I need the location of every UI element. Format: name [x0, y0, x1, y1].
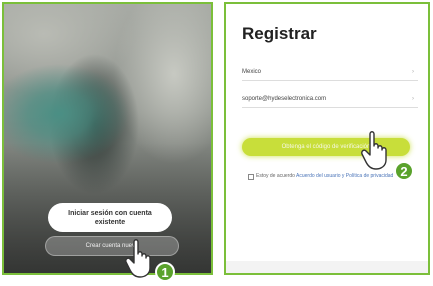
- page-title: Registrar: [242, 24, 317, 43]
- step-2-badge: 2: [394, 161, 414, 181]
- email-field[interactable]: soporte@hydeselectronica.com ›: [242, 92, 418, 108]
- country-field[interactable]: Mexico ›: [242, 65, 418, 81]
- hand-pointer-icon: [361, 131, 387, 170]
- agreement-row: Estoy de acuerdo Acuerdo del usuario y P…: [248, 173, 416, 180]
- country-value: Mexico: [242, 69, 262, 75]
- clear-icon[interactable]: ›: [412, 92, 414, 106]
- bottom-strip: [226, 261, 428, 273]
- agreement-checkbox[interactable]: [248, 174, 254, 180]
- login-existing-account-button[interactable]: Iniciar sesión con cuenta existente: [48, 203, 172, 232]
- agreement-text: Estoy de acuerdo: [256, 173, 297, 179]
- login-screen: Iniciar sesión con cuenta existente Crea…: [2, 2, 213, 275]
- chevron-right-icon: ›: [412, 69, 414, 75]
- agreement-link[interactable]: Acuerdo del usuario y Política de privac…: [296, 173, 393, 179]
- step-1-badge: 1: [155, 262, 175, 282]
- register-screen: Registrar Mexico › soporte@hydeselectron…: [224, 2, 430, 275]
- email-value: soporte@hydeselectronica.com: [242, 96, 327, 102]
